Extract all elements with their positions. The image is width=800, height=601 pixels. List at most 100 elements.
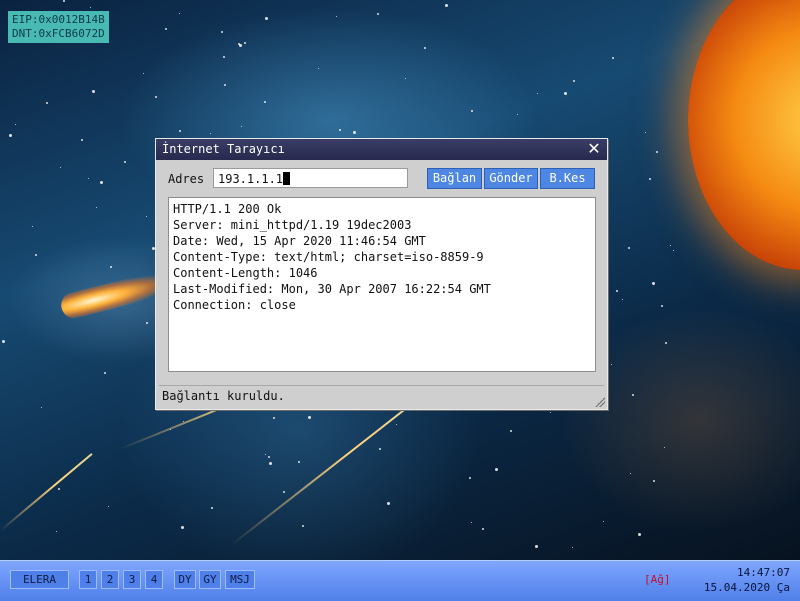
response-textarea[interactable]: HTTP/1.1 200 Ok Server: mini_httpd/1.19 … <box>168 197 596 372</box>
star <box>268 456 270 458</box>
star <box>90 7 91 8</box>
star <box>661 305 663 307</box>
response-line: Content-Length: 1046 <box>173 266 318 280</box>
star <box>628 247 630 249</box>
star <box>469 477 471 479</box>
star <box>537 93 538 94</box>
star <box>32 226 33 227</box>
star <box>387 502 390 505</box>
star <box>239 44 242 47</box>
star <box>517 114 518 115</box>
network-status[interactable]: [Ağ] <box>644 573 671 586</box>
star <box>564 92 567 95</box>
star <box>653 480 655 482</box>
response-line: Content-Type: text/html; charset=iso-885… <box>173 250 484 264</box>
star <box>88 178 89 179</box>
star <box>2 340 5 343</box>
star <box>670 245 671 246</box>
star <box>110 266 112 268</box>
star <box>630 473 631 474</box>
star <box>41 407 42 408</box>
workspace-2-button[interactable]: 2 <box>101 570 119 589</box>
star <box>60 167 61 168</box>
star <box>612 57 614 59</box>
star <box>673 250 674 251</box>
dy-button[interactable]: DY <box>174 570 196 589</box>
response-line: Date: Wed, 15 Apr 2020 11:46:54 GMT <box>173 234 426 248</box>
msj-button[interactable]: MSJ <box>225 570 255 589</box>
clock-date: 15.04.2020 Ça <box>703 581 790 594</box>
close-icon[interactable]: ✕ <box>586 141 602 157</box>
star <box>471 110 473 112</box>
star <box>665 342 667 344</box>
star <box>170 429 171 430</box>
send-button[interactable]: Gönder <box>484 168 538 189</box>
star <box>223 56 225 58</box>
star <box>146 216 147 217</box>
workspace-3-button[interactable]: 3 <box>123 570 141 589</box>
dnt-register: DNT:0xFCB6072D <box>12 27 105 40</box>
clock[interactable]: 14:47:07 15.04.2020 Ça <box>704 565 790 595</box>
star <box>308 416 311 419</box>
window-titlebar[interactable]: İnternet Tarayıcı ✕ <box>156 139 607 160</box>
text-caret <box>283 172 291 185</box>
star <box>15 124 16 125</box>
workspace-1-button[interactable]: 1 <box>79 570 97 589</box>
star <box>224 84 226 86</box>
address-input[interactable]: 193.1.1.1 <box>213 168 408 188</box>
star <box>353 131 356 134</box>
star <box>616 290 618 292</box>
meteor-streak <box>229 391 428 547</box>
star <box>495 468 498 471</box>
star <box>221 31 223 33</box>
star <box>664 447 665 448</box>
star <box>273 417 275 419</box>
star <box>35 254 37 256</box>
clock-time: 14:47:07 <box>737 566 790 579</box>
star <box>81 139 83 141</box>
star <box>165 28 167 30</box>
star <box>377 13 379 15</box>
meteor-streak <box>0 453 93 532</box>
gy-button[interactable]: GY <box>199 570 221 589</box>
star <box>181 526 184 529</box>
star <box>471 522 472 523</box>
star <box>100 181 103 184</box>
star <box>318 68 319 69</box>
star <box>183 421 184 422</box>
star <box>265 17 268 20</box>
star <box>264 101 266 103</box>
star <box>179 130 181 132</box>
response-line: Last-Modified: Mon, 30 Apr 2007 16:22:54… <box>173 282 491 296</box>
star <box>104 372 106 374</box>
status-bar: Bağlantı kuruldu. <box>159 385 604 407</box>
address-value: 193.1.1.1 <box>218 172 284 186</box>
start-button[interactable]: ELERA <box>10 570 69 589</box>
star <box>298 461 300 463</box>
star <box>108 506 109 507</box>
star <box>179 13 180 14</box>
response-line: HTTP/1.1 200 Ok <box>173 202 282 216</box>
star <box>269 462 272 465</box>
resize-grip-icon[interactable] <box>595 397 605 407</box>
star <box>656 151 658 153</box>
response-line: Connection: close <box>173 298 296 312</box>
star <box>58 488 60 490</box>
star <box>339 129 341 131</box>
workspace-4-button[interactable]: 4 <box>145 570 163 589</box>
star <box>46 102 48 104</box>
star <box>210 133 211 134</box>
connect-button[interactable]: Bağlan <box>427 168 482 189</box>
star <box>649 178 651 180</box>
star <box>241 126 242 127</box>
sun-image <box>688 0 800 270</box>
star <box>211 507 213 509</box>
disconnect-button[interactable]: B.Kes <box>540 168 595 189</box>
star <box>482 528 484 530</box>
star <box>9 134 12 137</box>
star <box>510 430 512 432</box>
star <box>550 412 551 413</box>
browser-window[interactable]: İnternet Tarayıcı ✕ Adres 193.1.1.1 Bağl… <box>155 138 608 410</box>
star <box>96 207 97 208</box>
desktop-wallpaper: EIP:0x0012B14B DNT:0xFCB6072D İnternet T… <box>0 0 800 560</box>
